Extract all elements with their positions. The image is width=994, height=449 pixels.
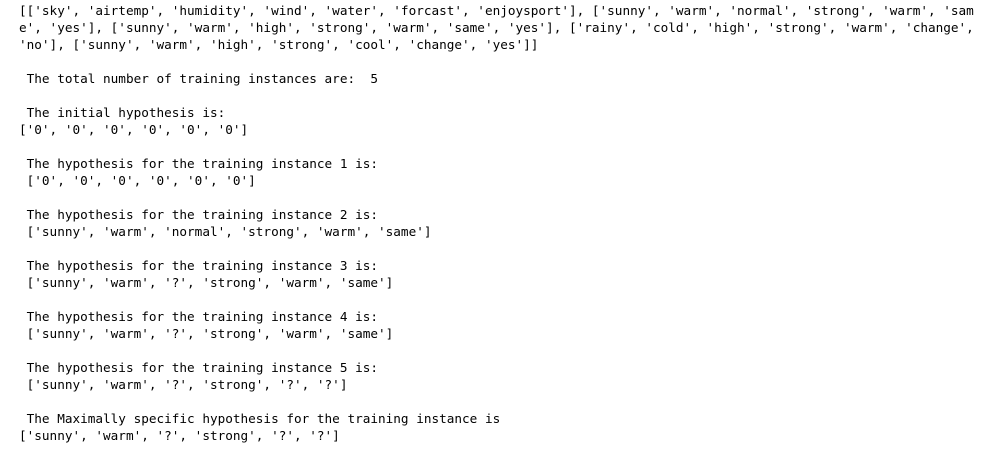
instance-2-value: ['sunny', 'warm', 'normal', 'strong', 'w…	[19, 224, 432, 239]
instance-4-label: The hypothesis for the training instance…	[19, 309, 379, 324]
instance-4-value: ['sunny', 'warm', '?', 'strong', 'warm',…	[19, 326, 394, 341]
console-output: [['sky', 'airtemp', 'humidity', 'wind', …	[0, 0, 994, 449]
dataset-line-1: [['sky', 'airtemp', 'humidity', 'wind', …	[19, 3, 974, 18]
instance-5-label: The hypothesis for the training instance…	[19, 360, 379, 375]
initial-hypothesis-label: The initial hypothesis is:	[19, 105, 226, 120]
dataset-line-2: e', 'yes'], ['sunny', 'warm', 'high', 's…	[19, 20, 974, 35]
instance-5-value: ['sunny', 'warm', '?', 'strong', '?', '?…	[19, 377, 348, 392]
total-instances-line: The total number of training instances a…	[19, 71, 379, 86]
dataset-line-3: 'no'], ['sunny', 'warm', 'high', 'strong…	[19, 37, 539, 52]
instance-3-value: ['sunny', 'warm', '?', 'strong', 'warm',…	[19, 275, 394, 290]
final-hypothesis-label: The Maximally specific hypothesis for th…	[19, 411, 501, 426]
instance-1-value: ['0', '0', '0', '0', '0', '0']	[19, 173, 256, 188]
instance-1-label: The hypothesis for the training instance…	[19, 156, 379, 171]
instance-3-label: The hypothesis for the training instance…	[19, 258, 379, 273]
initial-hypothesis-value: ['0', '0', '0', '0', '0', '0']	[19, 122, 249, 137]
final-hypothesis-value: ['sunny', 'warm', '?', 'strong', '?', '?…	[19, 428, 340, 443]
instance-2-label: The hypothesis for the training instance…	[19, 207, 379, 222]
